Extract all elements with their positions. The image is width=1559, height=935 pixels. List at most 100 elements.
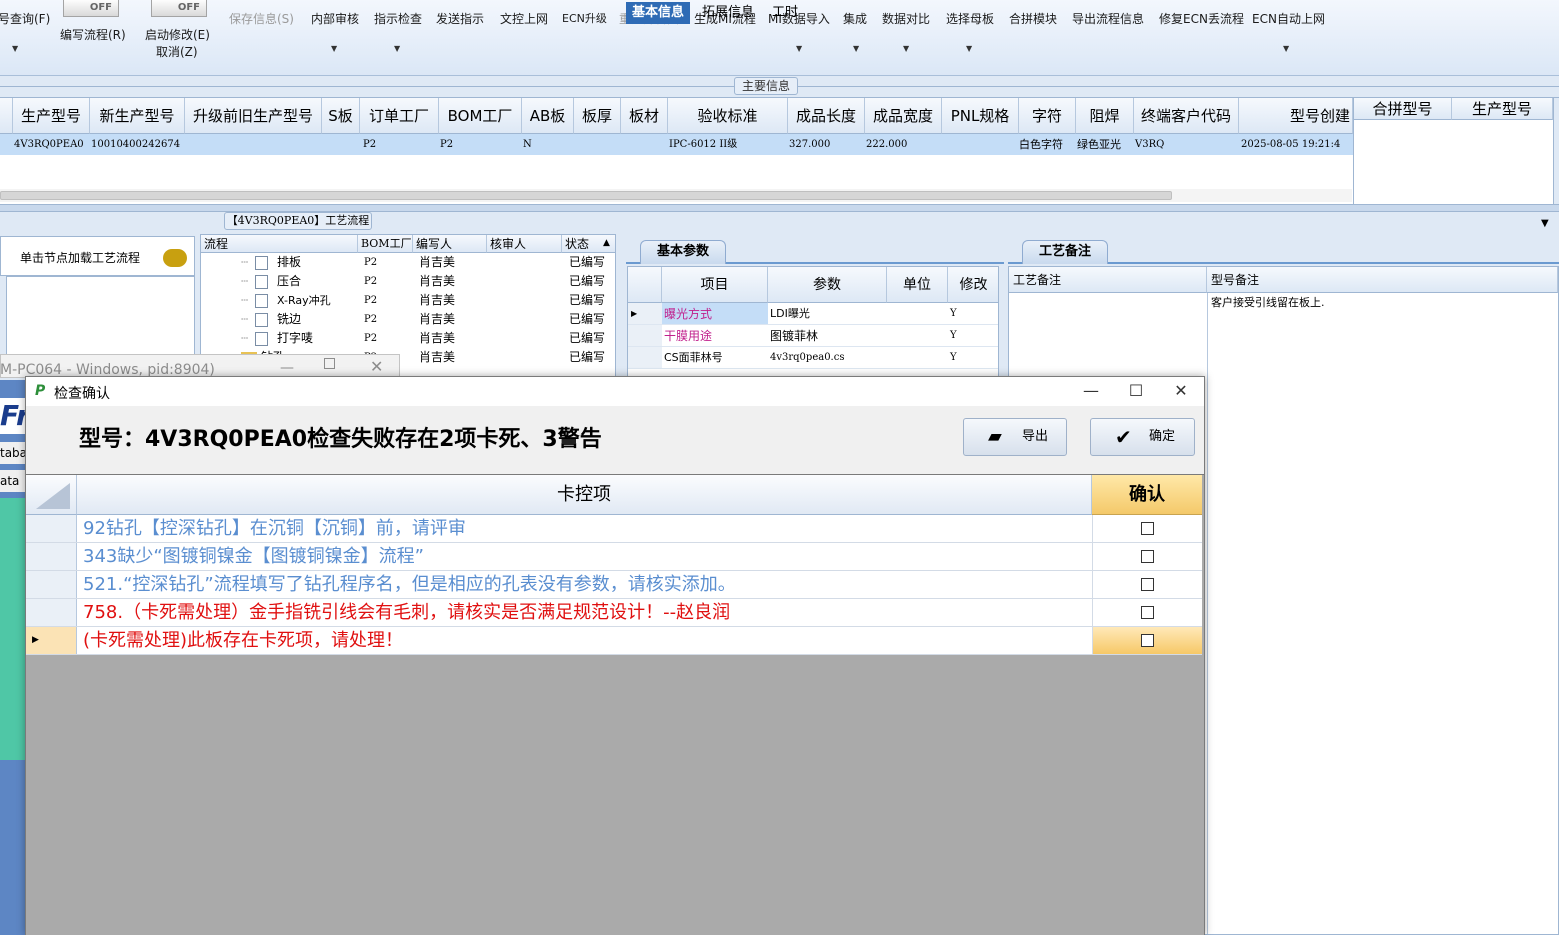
confirm-checkbox[interactable] [1141, 522, 1154, 535]
row-header[interactable] [26, 571, 77, 598]
minimize-icon[interactable]: — [280, 360, 294, 376]
table-row[interactable]: 干膜用途 图镀菲林 Y [628, 325, 998, 347]
splitter[interactable] [0, 204, 1559, 212]
column-header[interactable]: 板厚 [574, 98, 621, 134]
chevron-down-icon[interactable]: ▼ [12, 44, 18, 53]
toolbar-start-edit-button[interactable]: 启动修改(E) [145, 26, 210, 43]
column-header[interactable]: 参数 [768, 267, 887, 303]
column-header[interactable]: 成品宽度 [865, 98, 942, 134]
scroll-up-icon[interactable]: ▲ [603, 238, 610, 248]
tab-extended-info[interactable]: 拓展信息 [696, 2, 760, 24]
toolbar-internal-review-button[interactable]: 内部审核 [311, 10, 359, 27]
column-header[interactable]: BOM工厂 [358, 235, 413, 253]
export-button[interactable]: ▰ 导出 [963, 418, 1067, 456]
cell[interactable]: 327.000 [789, 134, 830, 155]
column-header[interactable]: AB板 [522, 98, 574, 134]
close-icon[interactable]: ✕ [370, 357, 383, 376]
toolbar-doc-online-button[interactable]: 文控上网 [500, 10, 548, 27]
horizontal-scrollbar[interactable] [0, 189, 1352, 202]
table-row[interactable]: 92钻孔【控深钻孔】在沉铜【沉铜】前，请评审 [26, 515, 1202, 543]
tab-basic-params[interactable]: 基本参数 [640, 240, 726, 264]
column-header[interactable]: BOM工厂 [439, 98, 522, 134]
toolbar-instruction-check-button[interactable]: 指示检查 [374, 10, 422, 27]
table-row-selected[interactable]: ▶ (卡死需处理)此板存在卡死项，请处理！ [26, 627, 1202, 655]
cell[interactable]: N [523, 134, 532, 155]
cell[interactable]: 绿色亚光 [1077, 134, 1121, 155]
confirm-cell[interactable] [1092, 543, 1202, 570]
close-icon[interactable]: ✕ [1170, 380, 1192, 402]
column-header[interactable]: 型号备注 [1207, 267, 1558, 293]
cell[interactable]: 10010400242674 [91, 134, 180, 155]
column-header[interactable]: 单位 [887, 267, 948, 303]
column-header[interactable]: 生产型号 [13, 98, 90, 134]
confirm-cell[interactable] [1092, 515, 1202, 542]
cell[interactable]: P2 [440, 134, 453, 155]
chevron-down-icon[interactable]: ▼ [796, 44, 802, 53]
cell[interactable]: 222.000 [866, 134, 907, 155]
tree-row[interactable]: ┄ 排板 P2 肖吉美 已编写 [241, 253, 611, 272]
column-header[interactable]: 成品长度 [788, 98, 865, 134]
column-header[interactable]: PNL规格 [942, 98, 1019, 134]
maximize-icon[interactable] [324, 358, 335, 369]
row-header[interactable]: ▶ [26, 627, 77, 654]
column-header-control-item[interactable]: 卡控项 [77, 475, 1092, 515]
maximize-icon[interactable]: ☐ [1125, 380, 1147, 402]
confirm-cell[interactable] [1092, 571, 1202, 598]
cell[interactable]: 4V3RQ0PEA0 [14, 134, 84, 155]
chevron-down-icon[interactable]: ▼ [1283, 44, 1289, 53]
confirm-cell[interactable] [1092, 627, 1202, 654]
chevron-down-icon[interactable]: ▼ [331, 44, 337, 53]
chevron-down-icon[interactable]: ▼ [1541, 218, 1549, 229]
column-header[interactable]: S板 [322, 98, 360, 134]
column-header[interactable]: 合拼型号 [1354, 98, 1452, 120]
table-row[interactable]: ▶ 曝光方式 LDI曝光 Y [628, 303, 998, 325]
row-header[interactable] [26, 543, 77, 570]
column-header[interactable]: 板材 [621, 98, 668, 134]
column-header[interactable]: 阻焊 [1076, 98, 1134, 134]
toolbar-select-mother-button[interactable]: 选择母板 [946, 10, 994, 27]
cell[interactable]: 2025-08-05 19:21:4 [1241, 134, 1340, 155]
chevron-down-icon[interactable]: ▼ [394, 44, 400, 53]
toolbar-write-flow-button[interactable]: 编写流程(R) [60, 26, 126, 43]
cell[interactable]: V3RQ [1135, 134, 1164, 155]
row-header[interactable] [26, 515, 77, 542]
chevron-down-icon[interactable]: ▼ [966, 44, 972, 53]
table-row[interactable]: 758.（卡死需处理）金手指铣引线会有毛刺，请核实是否满足规范设计！--赵良润 [26, 599, 1202, 627]
toolbar-save-button[interactable]: 保存信息(S) [229, 10, 294, 27]
toolbar-ecn-upgrade-button[interactable]: ECN升级 [562, 10, 607, 26]
toolbar-fix-ecn-button[interactable]: 修复ECN丢流程 [1159, 10, 1244, 27]
toolbar-cancel-button[interactable]: 取消(Z) [156, 43, 198, 60]
toolbar-data-compare-button[interactable]: 数据对比 [882, 10, 930, 27]
edit-toggle[interactable]: OFF [151, 0, 207, 17]
column-header[interactable]: 字符 [1019, 98, 1076, 134]
column-header[interactable]: 型号创建 [1239, 98, 1353, 134]
confirm-button[interactable]: ✔ 确定 [1090, 418, 1195, 456]
tab-basic-info[interactable]: 基本信息 [626, 2, 691, 24]
table-row[interactable]: 343缺少“图镀铜镍金【图镀铜镍金】流程” [26, 543, 1202, 571]
column-header[interactable]: 核审人 [487, 235, 562, 253]
column-header[interactable]: 验收标准 [668, 98, 788, 134]
scrollbar-thumb[interactable] [0, 191, 1172, 200]
toolbar-send-instruction-button[interactable]: 发送指示 [436, 10, 484, 27]
toolbar-export-flow-button[interactable]: 导出流程信息 [1072, 10, 1144, 27]
table-row[interactable]: CS面菲林号 4v3rq0pea0.cs Y [628, 347, 998, 369]
row-header[interactable] [26, 599, 77, 626]
column-header[interactable]: 终端客户代码 [1134, 98, 1239, 134]
tab-process-remarks[interactable]: 工艺备注 [1022, 240, 1108, 264]
tab-work-hours[interactable]: 工时 [766, 2, 804, 24]
toolbar-query-button[interactable]: 号查询(F) [0, 10, 50, 27]
column-header[interactable]: 编写人 [413, 235, 487, 253]
toolbar-merge-module-button[interactable]: 合拼模块 [1009, 10, 1057, 27]
cell[interactable]: IPC-6012 II级 [669, 134, 737, 155]
column-header[interactable]: 新生产型号 [90, 98, 185, 134]
chevron-down-icon[interactable]: ▼ [903, 44, 909, 53]
model-remark-text[interactable]: 客户接受引线留在板上. [1211, 294, 1325, 310]
column-header[interactable]: 流程 [201, 235, 358, 253]
column-header[interactable]: 项目 [662, 267, 768, 303]
column-header[interactable]: 修改 [948, 267, 998, 303]
write-flow-toggle[interactable]: OFF [63, 0, 119, 17]
toolbar-integrate-button[interactable]: 集成 [843, 10, 867, 27]
confirm-cell[interactable] [1092, 599, 1202, 626]
minimize-icon[interactable]: — [1080, 380, 1102, 402]
cell[interactable]: 白色字符 [1019, 134, 1063, 155]
